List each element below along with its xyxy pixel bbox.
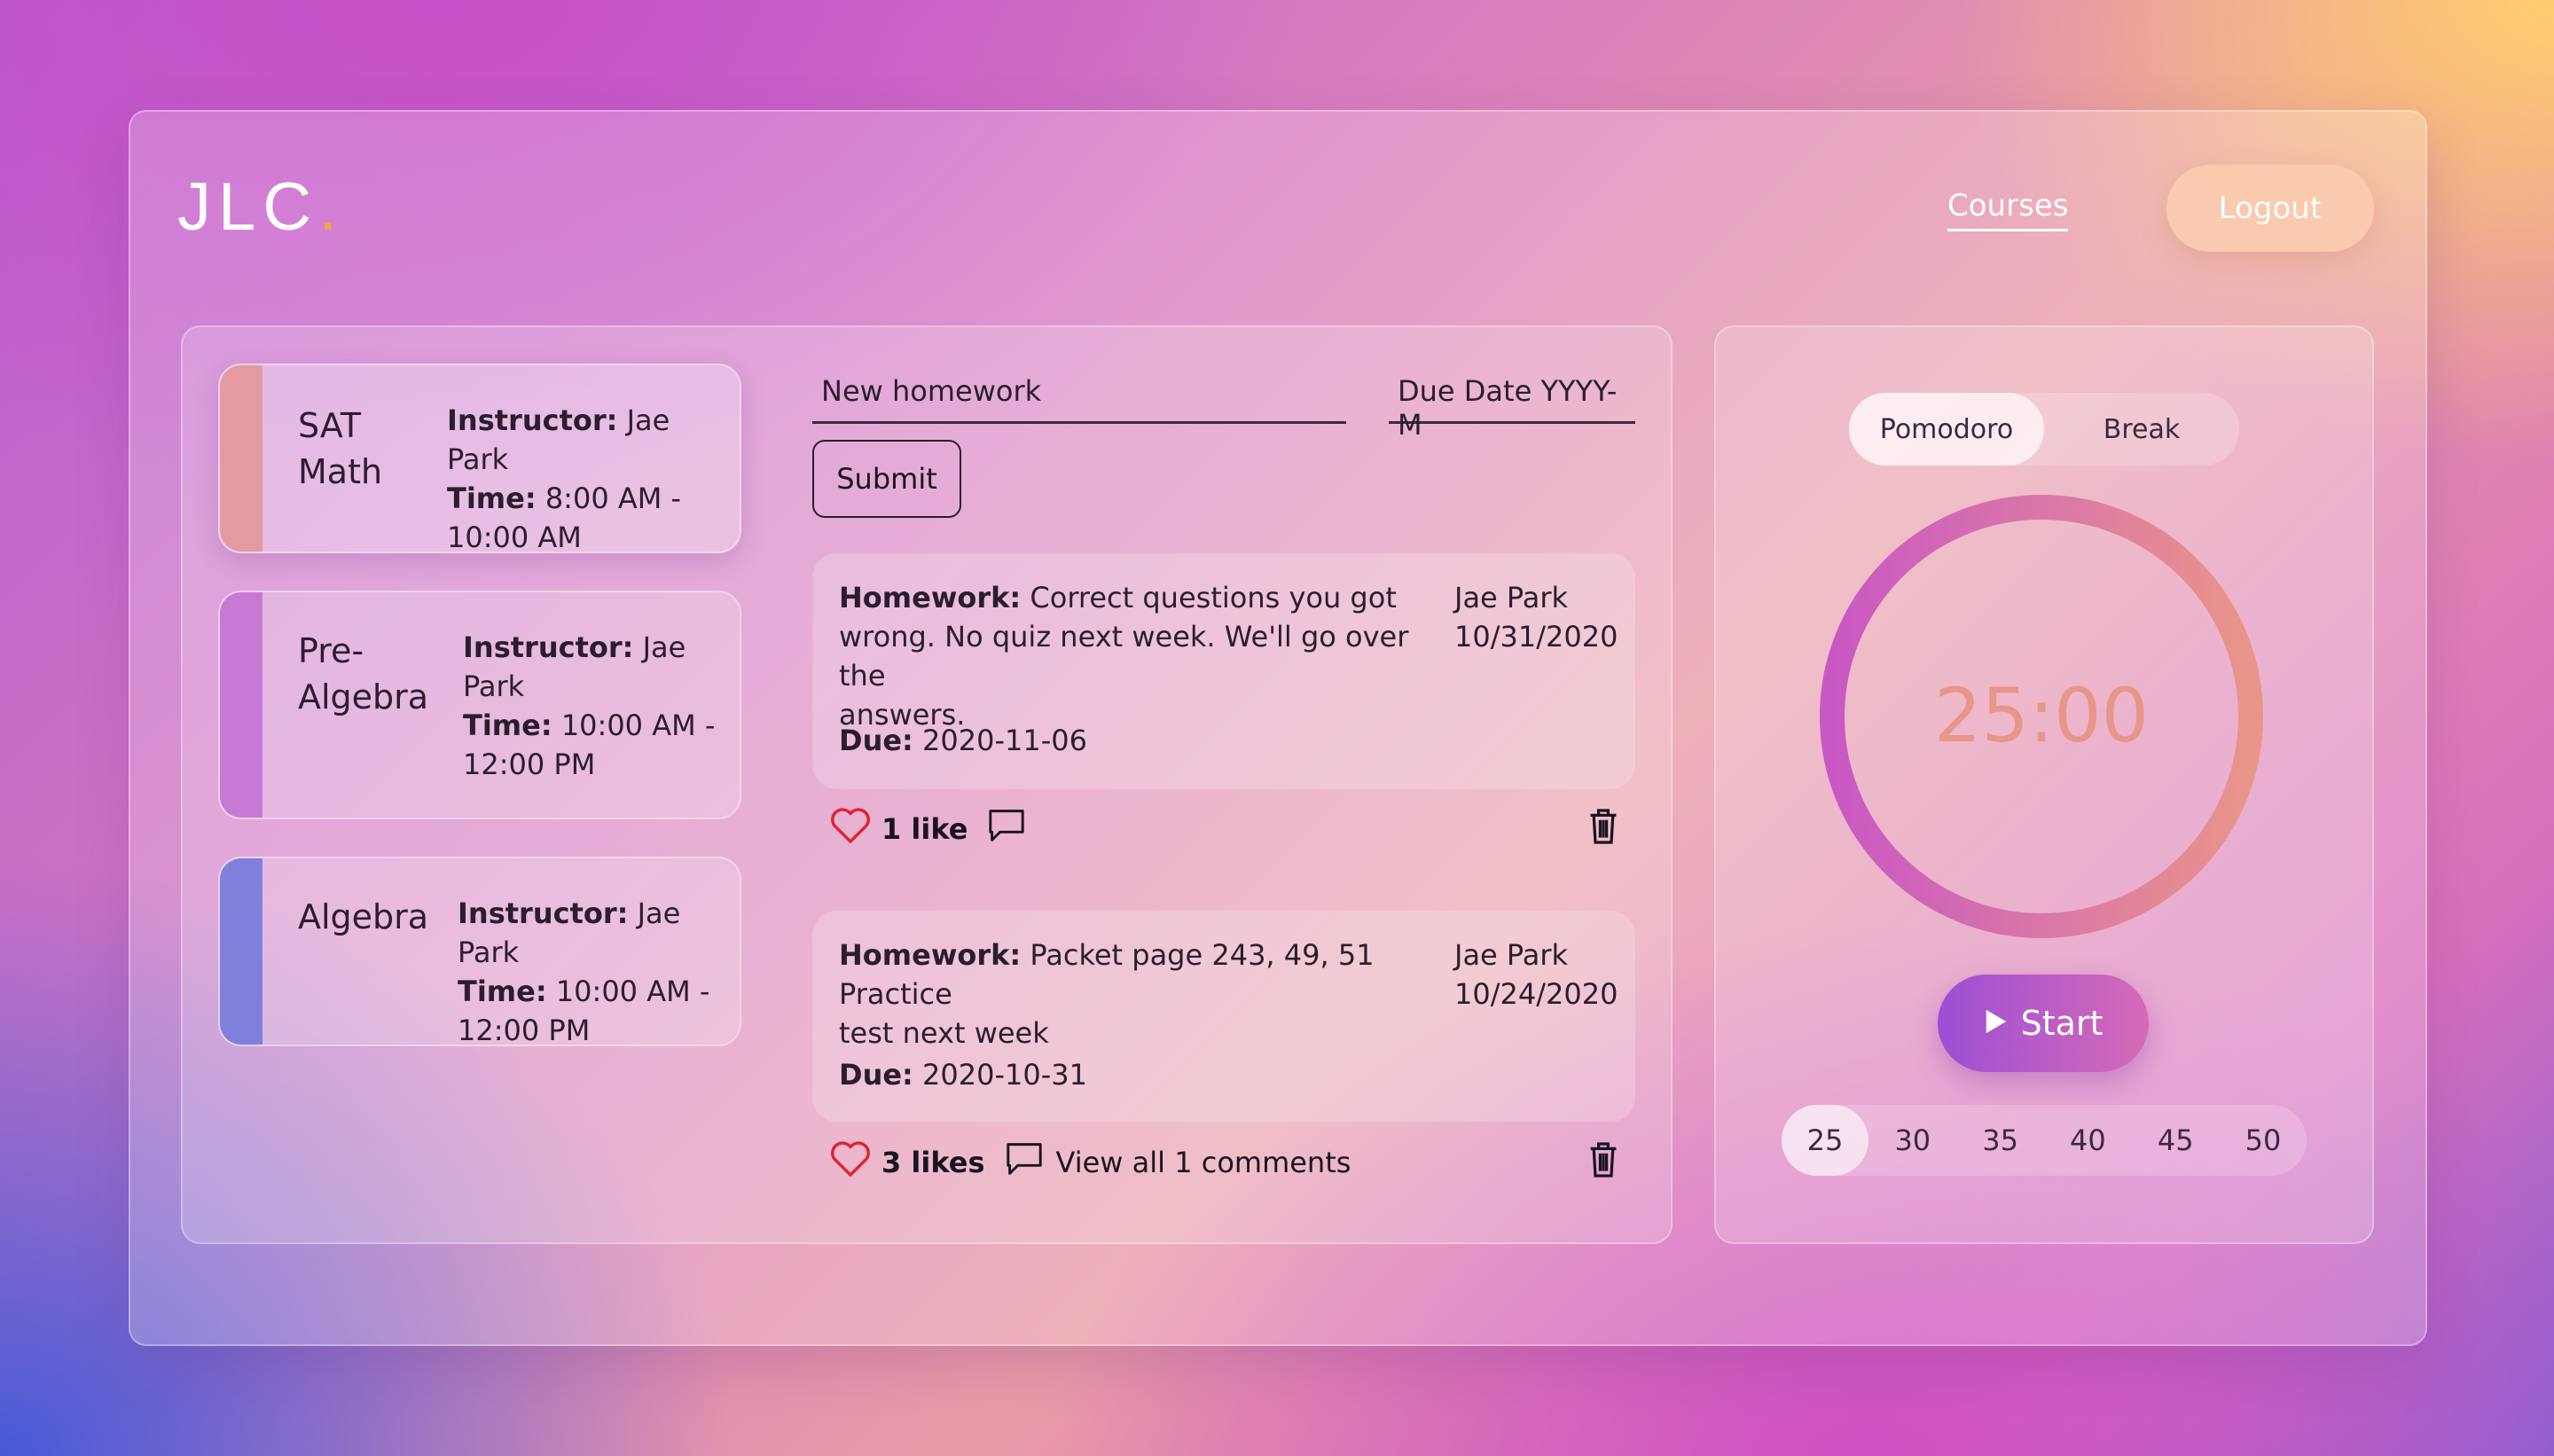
course-name: Algebra <box>298 897 429 936</box>
course-info: Instructor: Jae Park Time: 10:00 AM - 12… <box>458 896 710 1046</box>
homework-due: Due: 2020-11-06 <box>839 724 1087 757</box>
logo[interactable]: JLC. <box>177 168 344 246</box>
logo-dot: . <box>318 169 345 245</box>
course-card-sat-math[interactable]: SAT Math Instructor: Jae Park Time: 8:00 … <box>218 364 741 553</box>
trash-icon[interactable] <box>1587 1140 1619 1186</box>
homework-meta: Jae Park 10/24/2020 <box>1454 938 1618 1011</box>
new-homework-input[interactable]: New homework <box>812 362 1346 424</box>
submit-button[interactable]: Submit <box>812 440 961 518</box>
heart-icon[interactable] <box>830 808 871 850</box>
like-count: 1 like <box>881 812 968 846</box>
homework-actions: 3 likes View all 1 comments <box>830 1140 1619 1185</box>
course-color-stripe <box>220 858 262 1045</box>
course-info: Instructor: Jae Park Time: 8:00 AM - 10:… <box>447 403 682 553</box>
tab-pomodoro[interactable]: Pomodoro <box>1849 393 2044 466</box>
homework-actions: 1 like <box>830 807 1619 851</box>
course-card-pre-algebra[interactable]: Pre- Algebra Instructor: Jae Park Time: 1… <box>218 591 741 819</box>
logout-button[interactable]: Logout <box>2166 165 2374 252</box>
duration-option[interactable]: 50 <box>2220 1105 2307 1176</box>
timer-mode-switch: Pomodoro Break <box>1849 393 2239 466</box>
homework-meta: Jae Park 10/31/2020 <box>1454 581 1618 654</box>
duration-option[interactable]: 40 <box>2044 1105 2131 1176</box>
play-icon <box>1984 1004 2009 1043</box>
course-info: Instructor: Jae Park Time: 10:00 AM - 12… <box>463 630 716 781</box>
due-date-input[interactable]: Due Date YYYY-M <box>1389 362 1635 442</box>
homework-card: Homework: Correct questions you got wron… <box>812 553 1635 789</box>
view-comments-link[interactable]: View all 1 comments <box>1056 1146 1351 1179</box>
start-button[interactable]: Start <box>1938 975 2149 1072</box>
logo-text: JLC <box>177 169 319 245</box>
homework-due: Due: 2020-10-31 <box>839 1058 1087 1092</box>
course-color-stripe <box>220 592 262 818</box>
comment-icon[interactable] <box>1005 1141 1044 1184</box>
homework-text: Homework: Correct questions you got wron… <box>839 581 1409 732</box>
duration-selector: 25 30 35 40 45 50 <box>1782 1105 2307 1176</box>
comment-icon[interactable] <box>987 808 1026 850</box>
trash-icon[interactable] <box>1587 807 1619 853</box>
course-color-stripe <box>220 365 262 552</box>
nav-courses-link[interactable]: Courses <box>1947 188 2069 231</box>
like-count: 3 likes <box>881 1146 985 1179</box>
course-card-algebra[interactable]: Algebra Instructor: Jae Park Time: 10:00… <box>218 857 741 1046</box>
duration-option[interactable]: 30 <box>1869 1105 1956 1176</box>
start-label: Start <box>2020 1004 2104 1043</box>
duration-option[interactable]: 35 <box>1957 1105 2044 1176</box>
homework-card: Homework: Packet page 243, 49, 51 Practi… <box>812 911 1635 1122</box>
duration-option[interactable]: 25 <box>1782 1105 1868 1176</box>
timer-display: 25:00 <box>1933 672 2150 759</box>
course-name: Pre- Algebra <box>298 631 429 716</box>
heart-icon[interactable] <box>830 1141 871 1184</box>
tab-break[interactable]: Break <box>2044 393 2239 466</box>
course-name: SAT Math <box>298 406 383 491</box>
duration-option[interactable]: 45 <box>2132 1105 2219 1176</box>
homework-text: Homework: Packet page 243, 49, 51 Practi… <box>839 938 1375 1050</box>
